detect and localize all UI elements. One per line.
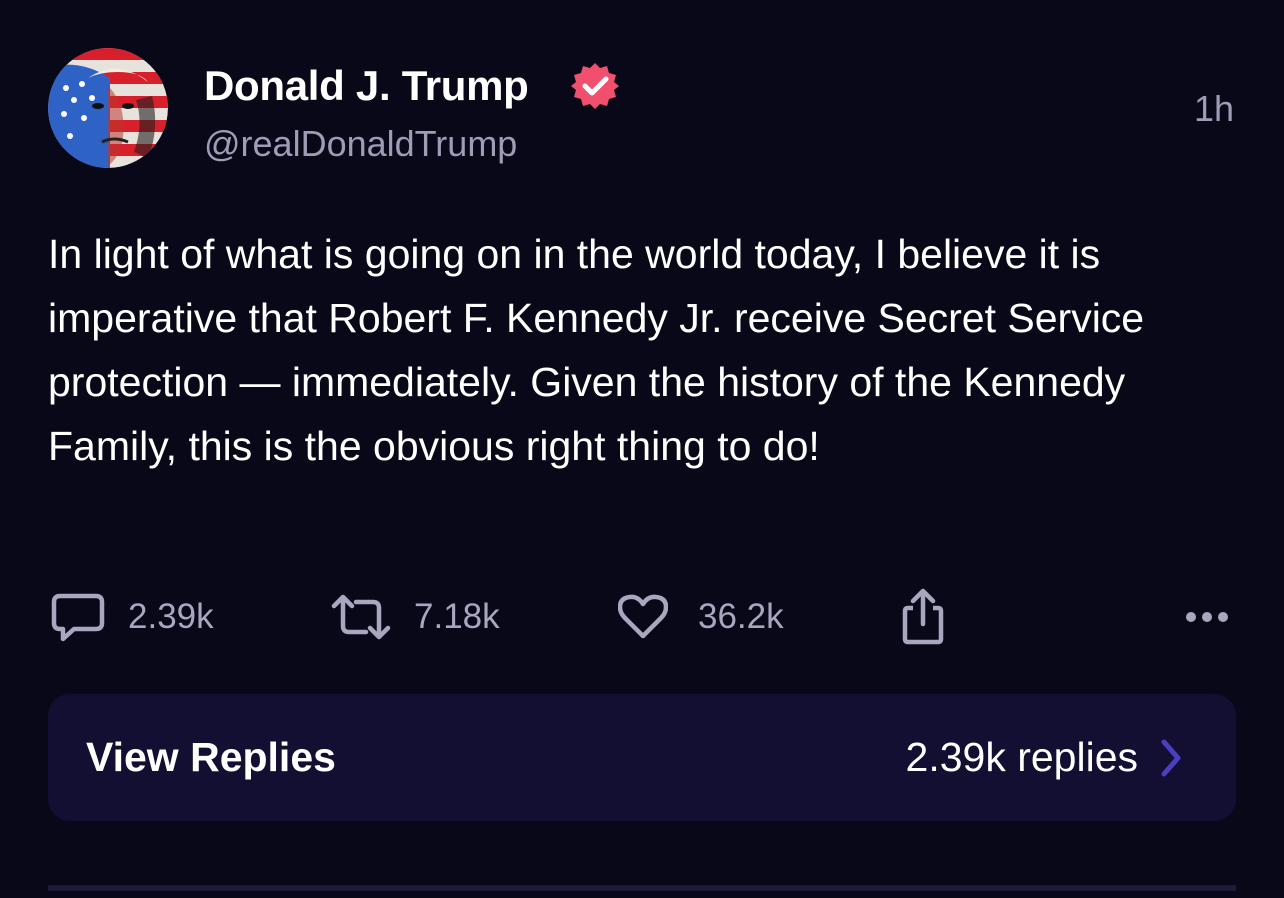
view-replies-card[interactable]: View Replies 2.39k replies <box>48 694 1236 821</box>
divider <box>48 885 1236 891</box>
like-count: 36.2k <box>698 597 784 636</box>
like-button[interactable]: 36.2k <box>618 585 784 649</box>
chevron-right-icon <box>1160 738 1182 783</box>
verified-badge-icon <box>570 61 620 111</box>
post-text: In light of what is going on in the worl… <box>48 231 1145 469</box>
more-dots-icon <box>1184 610 1230 624</box>
post-timestamp: 1h <box>1193 88 1234 129</box>
repost-button[interactable]: 7.18k <box>330 585 500 649</box>
post-actions: 2.39k 7.18k 36.2k <box>0 585 1284 649</box>
reply-count: 2.39k <box>128 597 214 636</box>
repost-arrows-icon <box>330 592 392 642</box>
post: Donald J. Trump @realDonaldTrump 1h In l… <box>0 0 1284 898</box>
author-handle[interactable]: @realDonaldTrump <box>204 120 517 168</box>
author-name[interactable]: Donald J. Trump <box>204 60 529 112</box>
reply-button[interactable]: 2.39k <box>50 585 214 649</box>
more-options-button[interactable] <box>1184 585 1230 649</box>
repost-count: 7.18k <box>414 597 500 636</box>
avatar[interactable] <box>48 48 168 168</box>
share-icon <box>900 588 946 646</box>
comment-bubble-icon <box>50 590 106 644</box>
share-button[interactable] <box>900 585 946 649</box>
heart-icon <box>618 594 668 640</box>
view-replies-label: View Replies <box>86 734 336 780</box>
replies-count: 2.39k replies <box>905 734 1138 780</box>
